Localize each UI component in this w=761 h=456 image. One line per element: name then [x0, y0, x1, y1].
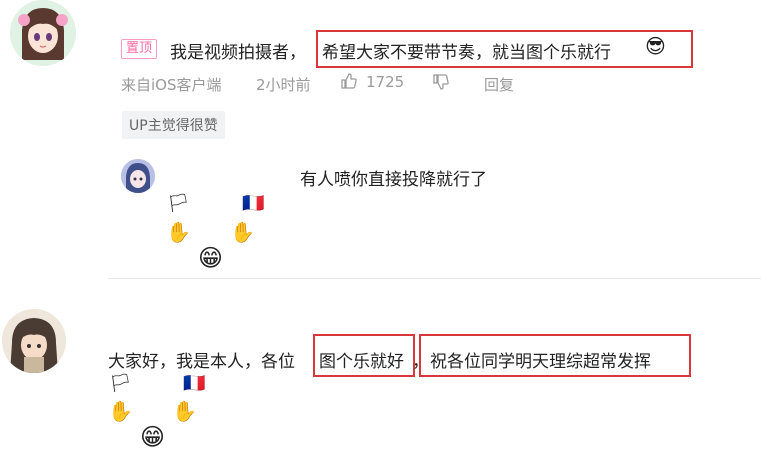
anime-girl-avatar-icon	[10, 0, 76, 66]
anime-character-avatar-icon	[2, 309, 66, 373]
france-flag-icon: 🇫🇷	[242, 193, 265, 214]
raised-hand-right-icon: ✋	[230, 220, 255, 244]
france-flag-icon: 🇫🇷	[183, 373, 206, 394]
up-liked-tag: UP主觉得很赞	[122, 111, 225, 139]
thumbs-up-icon	[341, 73, 357, 89]
grin-face-icon: 😁	[198, 244, 224, 272]
avatar[interactable]	[10, 0, 76, 66]
thumbs-down-button[interactable]	[432, 73, 450, 91]
reply-avatar[interactable]	[121, 159, 155, 193]
raised-hand-left-icon: ✋	[166, 220, 191, 244]
comment-text-highlight: 图个乐就好	[319, 352, 404, 372]
comment-text-highlight: 希望大家不要带节奏，就当图个乐就行	[322, 43, 611, 63]
raised-hand-left-icon: ✋	[108, 399, 133, 423]
comment-divider	[108, 278, 761, 279]
comment-text-prefix: 我是视频拍摄者，	[170, 43, 306, 63]
comment-text-highlight: 祝各位同学明天理综超常发挥	[430, 352, 651, 372]
comment-source: 来自iOS客户端	[121, 76, 222, 94]
comment-text-prefix: 大家好，我是本人，各位	[108, 352, 295, 372]
white-flag-icon: 🏳	[167, 193, 190, 214]
like-button[interactable]: 1725	[340, 71, 405, 93]
reply-button[interactable]: 回复	[484, 74, 514, 95]
sunglasses-emoji-icon: 😎	[645, 34, 666, 58]
comment-time: 2小时前	[256, 76, 311, 94]
white-flag-icon: 🏳	[109, 373, 132, 394]
reply-text: 有人喷你直接投降就行了	[300, 170, 487, 190]
pinned-badge: 置顶	[121, 39, 158, 59]
grin-face-icon: 😁	[140, 423, 166, 451]
anime-avatar-icon	[121, 159, 155, 193]
avatar[interactable]	[2, 309, 66, 373]
raised-hand-right-icon: ✋	[172, 399, 197, 423]
like-count: 1725	[366, 73, 405, 91]
